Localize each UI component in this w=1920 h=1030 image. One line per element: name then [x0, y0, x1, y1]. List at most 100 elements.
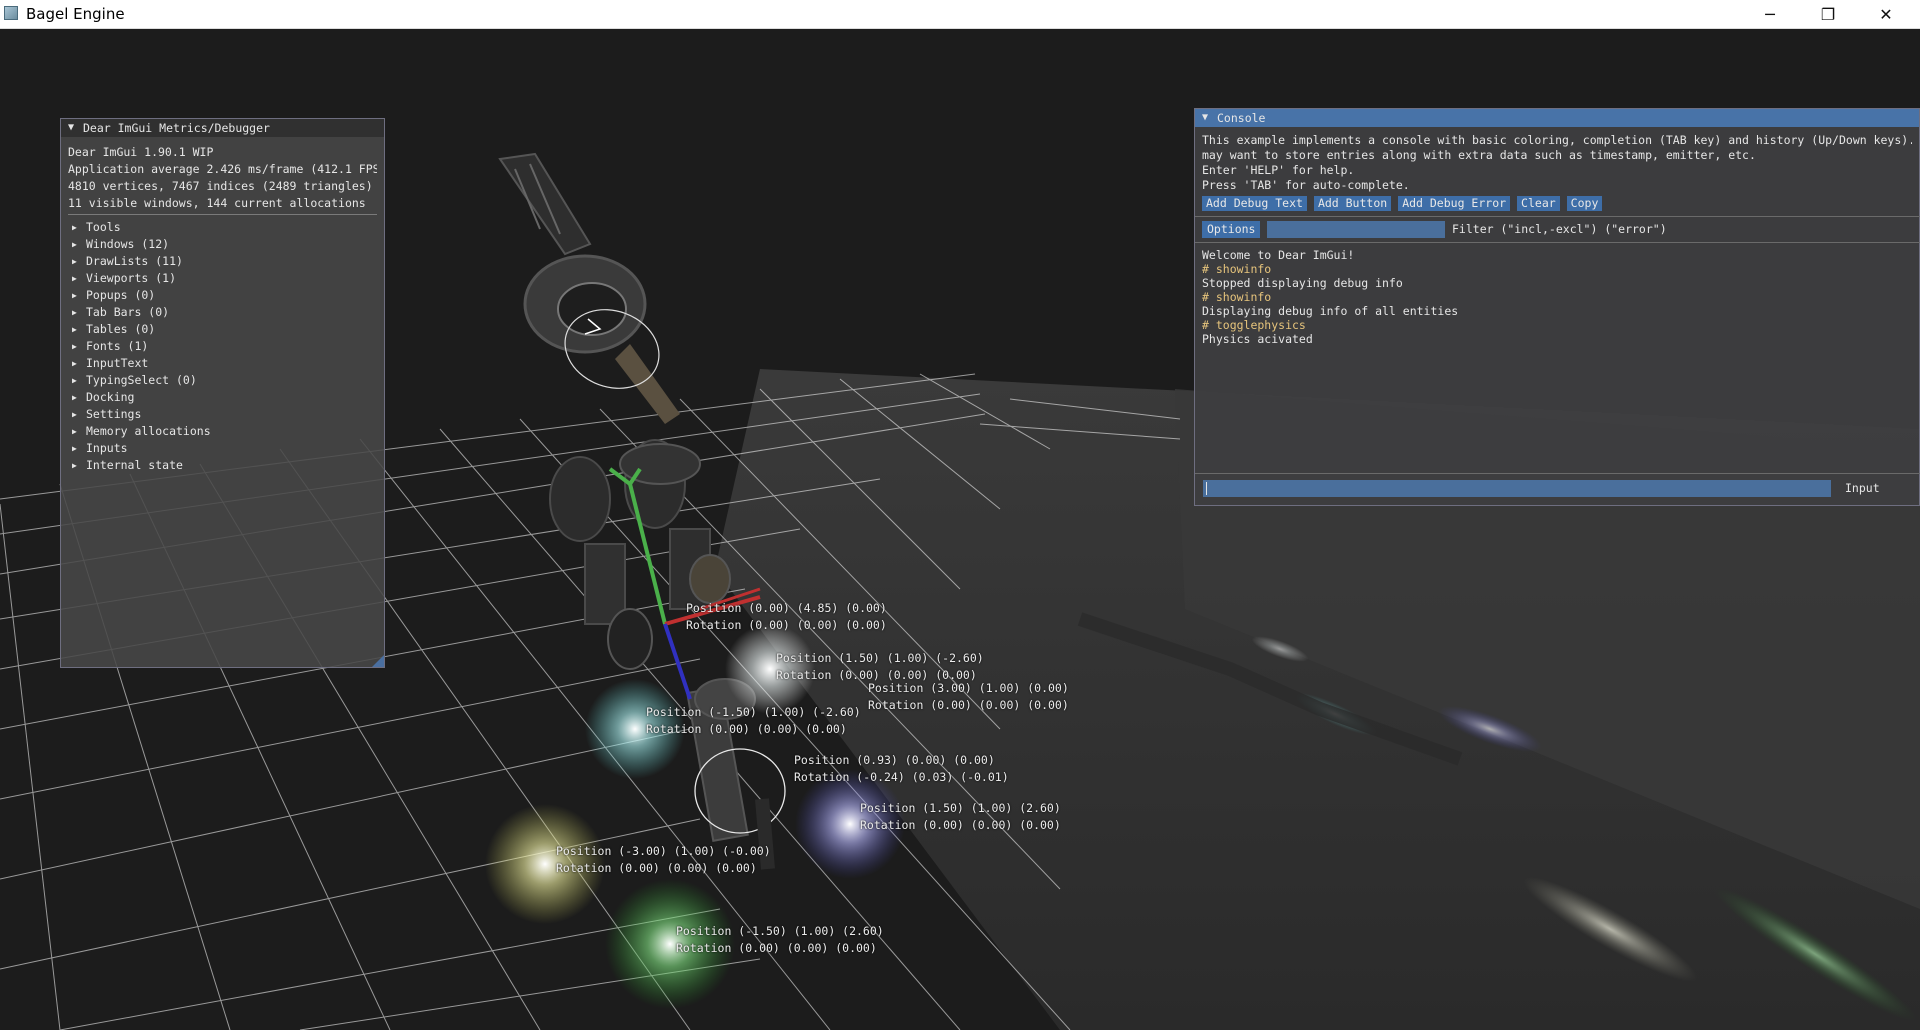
tree-item-internal-state[interactable]: ▶ Internal state [68, 457, 377, 474]
tree-item-windows[interactable]: ▶ Windows (12) [68, 236, 377, 253]
copy-button[interactable]: Copy [1566, 196, 1603, 211]
console-title-bar[interactable]: ▼ Console [1195, 109, 1919, 127]
input-label: Input [1845, 481, 1880, 495]
window-stats: 11 visible windows, 144 current allocati… [68, 196, 366, 210]
tree-item-label: TypingSelect (0) [86, 373, 197, 387]
tree-arrow-icon: ▶ [72, 223, 77, 232]
filter-input[interactable] [1267, 221, 1445, 238]
tree-item-label: Tables (0) [86, 322, 156, 336]
tree-item-label: Internal state [86, 458, 183, 472]
tree-item-label: Viewports (1) [86, 271, 177, 285]
tree-item-memory-allocations[interactable]: ▶ Memory allocations [68, 423, 377, 440]
tree-arrow-icon: ▶ [72, 444, 77, 453]
options-button[interactable]: Options [1202, 221, 1261, 238]
tree-item-drawlists[interactable]: ▶ DrawLists (11) [68, 253, 377, 270]
entity-rotation: Rotation (0.00) (0.00) (0.00) [646, 722, 847, 736]
console-input[interactable] [1203, 480, 1831, 497]
log-line: Physics acivated [1202, 332, 1313, 346]
entity-position: Position (-1.50) (1.00) (2.60) [676, 924, 884, 938]
tree-item-tab-bars[interactable]: ▶ Tab Bars (0) [68, 304, 377, 321]
entity-rotation: Rotation (0.00) (0.00) (0.00) [556, 861, 757, 875]
entity-label: Position (3.00) (1.00) (0.00) Rotation (0… [868, 680, 1069, 714]
console-help-line: Enter 'HELP' for help. [1202, 163, 1355, 177]
entity-label: Position (0.00) (4.85) (0.00) Rotation (0… [686, 600, 887, 634]
entity-position: Position (0.93) (0.00) (0.00) [794, 753, 995, 767]
tree-arrow-icon: ▶ [72, 461, 77, 470]
tree-item-inputs[interactable]: ▶ Inputs [68, 440, 377, 457]
tree-item-label: Inputs [86, 441, 128, 455]
console-help-line: Press 'TAB' for auto-complete. [1202, 178, 1410, 192]
tree-arrow-icon: ▶ [72, 308, 77, 317]
tree-item-tables[interactable]: ▶ Tables (0) [68, 321, 377, 338]
tree-item-fonts[interactable]: ▶ Fonts (1) [68, 338, 377, 355]
tree-item-typingselect[interactable]: ▶ TypingSelect (0) [68, 372, 377, 389]
tree-item-tools[interactable]: ▶ Tools [68, 219, 377, 236]
console-help-line: This example implements a console with b… [1202, 133, 1912, 147]
entity-position: Position (0.00) (4.85) (0.00) [686, 601, 887, 615]
tree-arrow-icon: ▶ [72, 342, 77, 351]
clear-button[interactable]: Clear [1517, 196, 1560, 211]
metrics-title: Dear ImGui Metrics/Debugger [83, 121, 270, 135]
entity-position: Position (1.50) (1.00) (-2.60) [776, 651, 984, 665]
collapse-arrow-icon[interactable]: ▼ [1202, 109, 1208, 127]
log-line-command: # togglephysics [1202, 318, 1306, 332]
entity-position: Position (-1.50) (1.00) (-2.60) [646, 705, 861, 719]
tree-item-label: Fonts (1) [86, 339, 149, 353]
console-title: Console [1217, 111, 1266, 125]
scene-viewport[interactable]: Position (0.00) (4.85) (0.00) Rotation (0… [0, 29, 1920, 1030]
console-help-line: may want to store entries along with ext… [1202, 148, 1756, 162]
close-button[interactable]: ✕ [1857, 0, 1915, 28]
console-input-row: Input [1195, 473, 1920, 503]
entity-rotation: Rotation (-0.24) (0.03) (-0.01) [794, 770, 1009, 784]
log-line: Stopped displaying debug info [1202, 276, 1403, 290]
resize-grip-icon[interactable] [372, 655, 384, 667]
log-line-command: # showinfo [1202, 262, 1272, 276]
log-line-command: # showinfo [1202, 290, 1272, 304]
window-title: Bagel Engine [26, 5, 125, 23]
imgui-version: Dear ImGui 1.90.1 WIP [68, 145, 214, 159]
entity-label: Position (1.50) (1.00) (2.60) Rotation (0… [860, 800, 1061, 834]
separator [68, 214, 377, 215]
tree-item-label: InputText [86, 356, 149, 370]
tree-item-label: Tools [86, 220, 121, 234]
add-debug-error-button[interactable]: Add Debug Error [1398, 196, 1511, 211]
entity-label: Position (-1.50) (1.00) (2.60) Rotation (… [676, 923, 884, 957]
tree-arrow-icon: ▶ [72, 325, 77, 334]
tree-item-popups[interactable]: ▶ Popups (0) [68, 287, 377, 304]
collapse-arrow-icon[interactable]: ▼ [68, 119, 74, 137]
metrics-debugger-window[interactable]: ▼ Dear ImGui Metrics/Debugger Dear ImGui… [60, 118, 385, 668]
filter-row: Options Filter ("incl,-excl") ("error") [1195, 216, 1920, 241]
tree-item-viewports[interactable]: ▶ Viewports (1) [68, 270, 377, 287]
tree-item-label: Tab Bars (0) [86, 305, 170, 319]
tree-arrow-icon: ▶ [72, 393, 77, 402]
tree-item-label: DrawLists (11) [86, 254, 183, 268]
console-log[interactable]: Welcome to Dear ImGui! # showinfo Stoppe… [1195, 242, 1920, 472]
entity-label: Position (-1.50) (1.00) (-2.60) Rotation … [646, 704, 861, 738]
tree-arrow-icon: ▶ [72, 291, 77, 300]
entity-rotation: Rotation (0.00) (0.00) (0.00) [686, 618, 887, 632]
entity-position: Position (-3.00) (1.00) (-0.00) [556, 844, 771, 858]
log-line: Welcome to Dear ImGui! [1202, 248, 1355, 262]
tree-item-settings[interactable]: ▶ Settings [68, 406, 377, 423]
entity-label: Position (0.93) (0.00) (0.00) Rotation (-… [794, 752, 1009, 786]
entity-rotation: Rotation (0.00) (0.00) (0.00) [860, 818, 1061, 832]
text-caret [1206, 482, 1207, 495]
tree-item-inputtext[interactable]: ▶ InputText [68, 355, 377, 372]
filter-label: Filter ("incl,-excl") ("error") [1452, 222, 1667, 236]
tree-arrow-icon: ▶ [72, 410, 77, 419]
vertex-stats: 4810 vertices, 7467 indices (2489 triang… [68, 179, 373, 193]
add-debug-text-button[interactable]: Add Debug Text [1202, 196, 1307, 211]
floating-arm-model [498, 152, 680, 424]
console-window[interactable]: ▼ Console This example implements a cons… [1194, 108, 1920, 506]
tree-item-label: Windows (12) [86, 237, 170, 251]
maximize-button[interactable]: ❐ [1799, 0, 1857, 28]
tree-arrow-icon: ▶ [72, 427, 77, 436]
app-icon [4, 6, 18, 20]
entity-label: Position (1.50) (1.00) (-2.60) Rotation (… [776, 650, 984, 684]
tree-arrow-icon: ▶ [72, 274, 77, 283]
minimize-button[interactable]: ─ [1741, 0, 1799, 28]
add-button-button[interactable]: Add Button [1313, 196, 1392, 211]
metrics-title-bar[interactable]: ▼ Dear ImGui Metrics/Debugger [61, 119, 384, 137]
tree-item-docking[interactable]: ▶ Docking [68, 389, 377, 406]
entity-position: Position (1.50) (1.00) (2.60) [860, 801, 1061, 815]
